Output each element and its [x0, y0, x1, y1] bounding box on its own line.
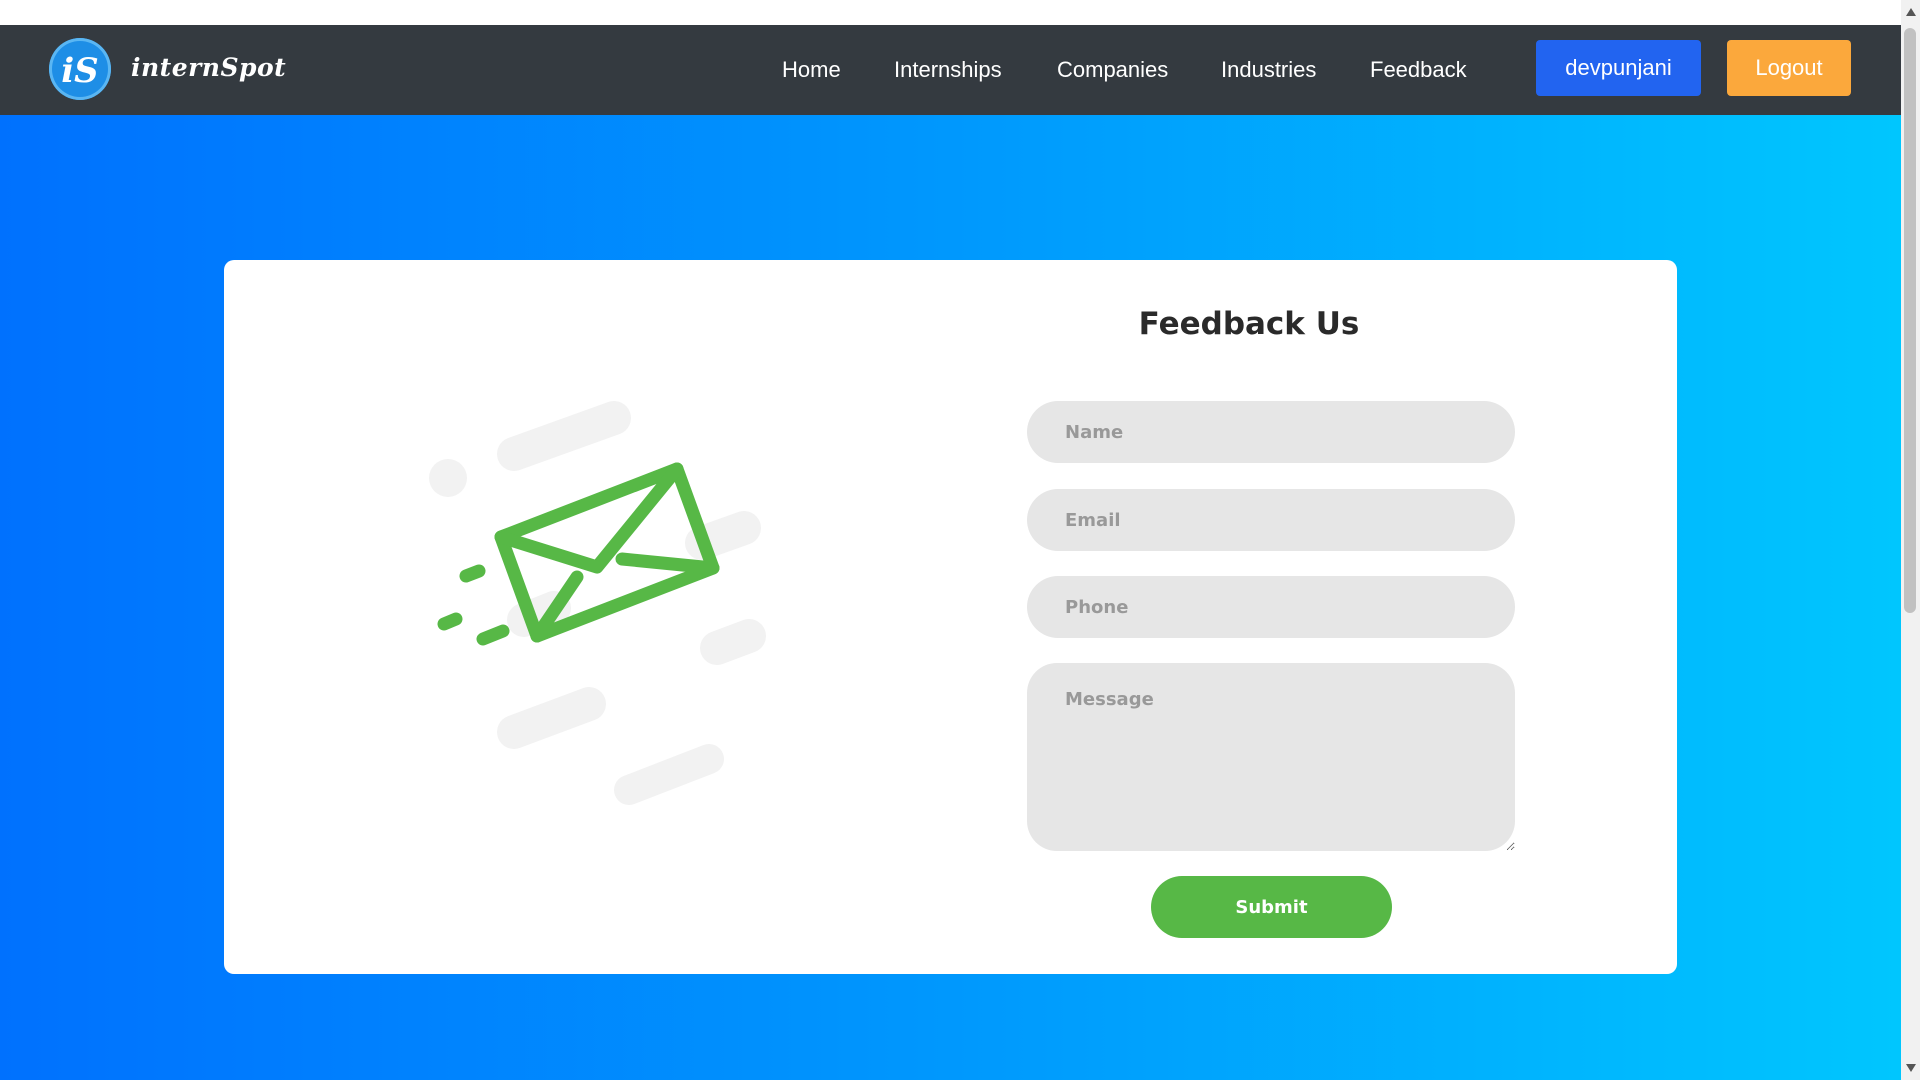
feedback-card: Feedback Us Submit	[224, 260, 1677, 974]
logout-button[interactable]: Logout	[1727, 40, 1851, 96]
name-input[interactable]	[1027, 401, 1515, 463]
nav-link-industries[interactable]: Industries	[1221, 57, 1316, 83]
scroll-up-arrow-icon[interactable]	[1906, 8, 1916, 16]
svg-text:iS: iS	[61, 51, 98, 91]
phone-input[interactable]	[1027, 576, 1515, 638]
email-input[interactable]	[1027, 489, 1515, 551]
navbar: iS internSpot Home Internships Companies…	[0, 25, 1901, 115]
user-profile-button[interactable]: devpunjani	[1536, 40, 1701, 96]
envelope-icon	[429, 401, 766, 805]
nav-link-companies[interactable]: Companies	[1057, 57, 1168, 83]
brand-logo[interactable]: iS	[49, 38, 111, 100]
envelope-illustration	[404, 390, 824, 830]
page: iS internSpot Home Internships Companies…	[0, 0, 1901, 1080]
nav-link-feedback[interactable]: Feedback	[1370, 57, 1467, 83]
top-strip	[0, 0, 1901, 25]
scroll-thumb[interactable]	[1904, 28, 1916, 613]
submit-button[interactable]: Submit	[1151, 876, 1392, 938]
brand-logo-icon: iS	[61, 51, 98, 91]
vertical-scrollbar[interactable]	[1901, 0, 1920, 1080]
nav-link-home[interactable]: Home	[782, 57, 841, 83]
brand-name[interactable]: internSpot	[131, 53, 286, 82]
scroll-down-arrow-icon[interactable]	[1906, 1064, 1916, 1072]
form-title: Feedback Us	[1138, 306, 1360, 342]
hero-section: Feedback Us Submit	[0, 115, 1901, 1080]
nav-link-internships[interactable]: Internships	[894, 57, 1002, 83]
message-textarea[interactable]	[1027, 663, 1515, 851]
